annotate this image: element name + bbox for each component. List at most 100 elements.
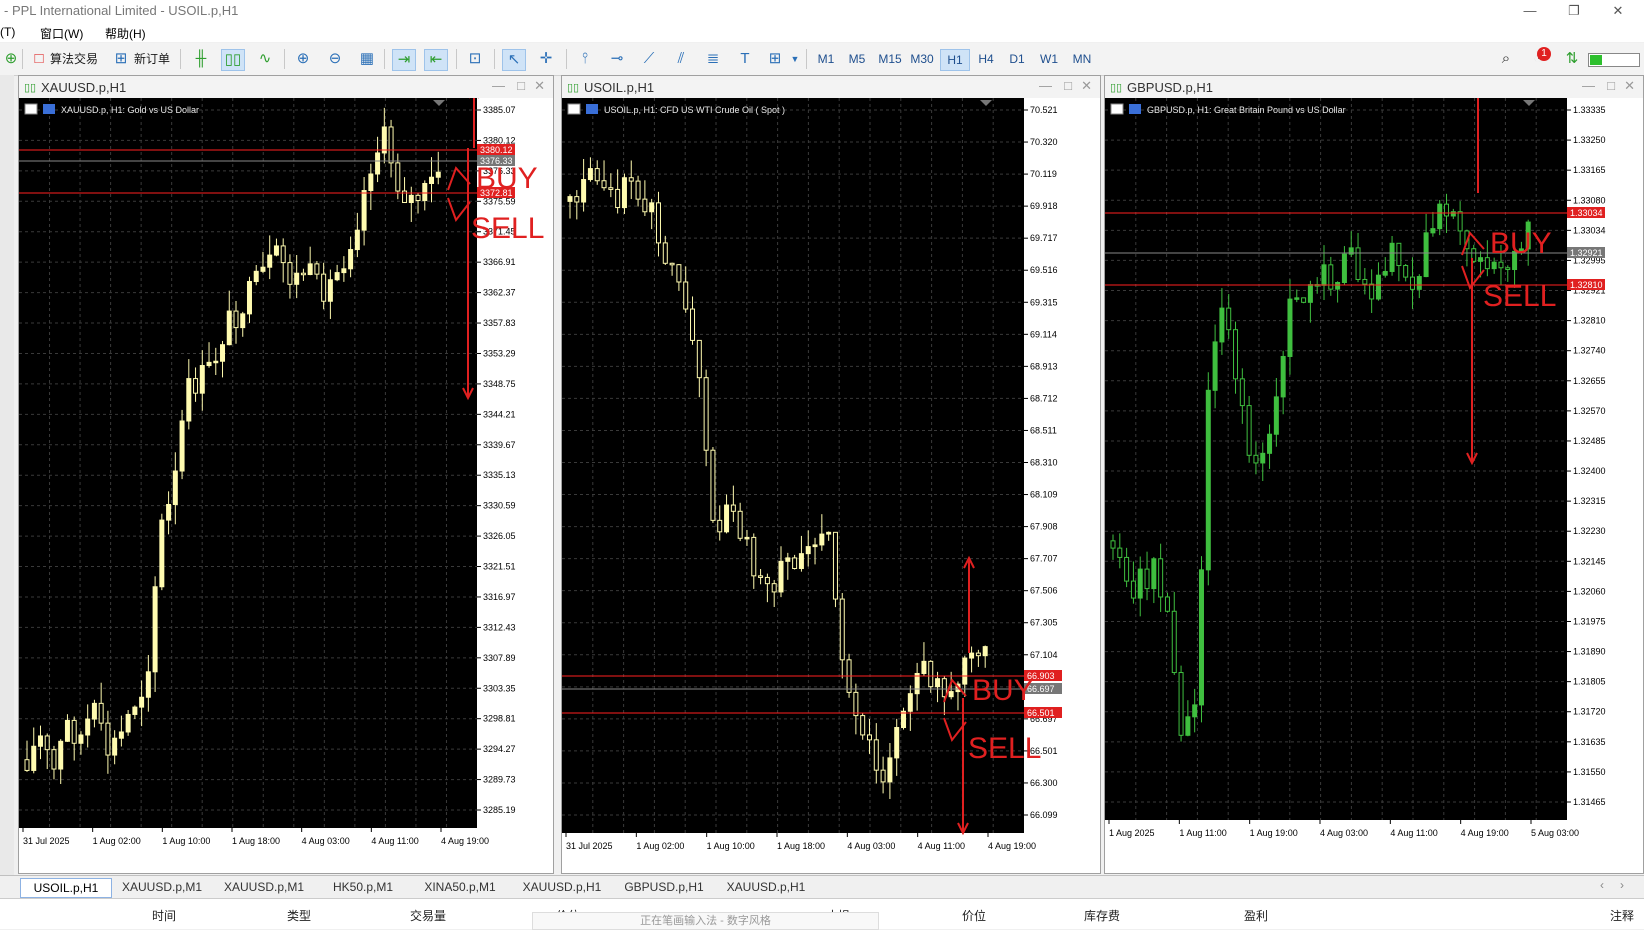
vertical-line-icon[interactable]: ⫯ xyxy=(574,49,596,69)
bar-chart-icon[interactable]: ╫ xyxy=(190,49,212,69)
menu-help[interactable]: 帮助(H) xyxy=(105,25,146,42)
tabs-scroll-right-icon[interactable]: › xyxy=(1620,878,1624,892)
timeframe-mn[interactable]: MN xyxy=(1068,49,1096,69)
close-chart-button[interactable]: ✕ xyxy=(1624,78,1635,94)
close-chart-button[interactable]: ✕ xyxy=(534,78,545,94)
candle-body xyxy=(1137,568,1143,599)
col-profit[interactable]: 盈利 xyxy=(1244,907,1268,924)
timeframe-w1[interactable]: W1 xyxy=(1035,49,1063,69)
signal-icon[interactable]: ⇅ xyxy=(1561,49,1583,69)
timeframe-h4[interactable]: H4 xyxy=(972,49,1000,69)
chart-tab[interactable]: XAUUSD.p,H1 xyxy=(718,878,814,896)
timeframe-m1[interactable]: M1 xyxy=(812,49,840,69)
chart-tab[interactable]: XAUUSD.p,M1 xyxy=(216,878,312,896)
price-label: 1.33165 xyxy=(1573,165,1606,175)
close-chart-button[interactable]: ✕ xyxy=(1081,78,1092,94)
globe-icon[interactable]: ⊕ xyxy=(0,49,22,69)
timeframe-m5[interactable]: M5 xyxy=(843,49,871,69)
candle-body xyxy=(792,557,798,569)
candle-body xyxy=(1416,276,1422,290)
shapes-icon[interactable]: ⊞ xyxy=(764,49,786,69)
candle-body xyxy=(975,652,981,657)
candle-body xyxy=(587,168,593,181)
buy-price-tag-text: 1.33034 xyxy=(1570,208,1603,218)
timeframe-m30[interactable]: M30 xyxy=(908,49,936,69)
price-label: 3339.67 xyxy=(483,440,516,450)
cursor-icon[interactable]: ↖ xyxy=(502,49,526,71)
candle-body xyxy=(186,378,192,422)
candle-body xyxy=(1130,580,1136,599)
price-label: 1.32740 xyxy=(1573,346,1606,356)
col-comment[interactable]: 注释 xyxy=(1610,907,1634,924)
text-icon[interactable]: T xyxy=(734,49,756,69)
trendline-icon[interactable]: ⟋ xyxy=(638,49,660,69)
algo-trading-icon[interactable]: □ xyxy=(28,49,50,69)
chart-window-gbpusd[interactable]: ▯▯ GBPUSD.p,H1 — □ ✕ 1.33335 1.33250 1.331… xyxy=(1104,75,1644,874)
candle-body xyxy=(85,718,91,736)
chart-canvas[interactable]: 1.33335 1.33250 1.33165 1.33080 1.33034 1.329… xyxy=(1105,98,1643,873)
close-button[interactable]: ✕ xyxy=(1596,0,1640,22)
col-volume[interactable]: 交易量 xyxy=(410,907,446,924)
col-type[interactable]: 类型 xyxy=(287,907,311,924)
chart-tab[interactable]: GBPUSD.p,H1 xyxy=(616,878,712,896)
chart-tab[interactable]: USOIL.p,H1 xyxy=(20,878,112,898)
algo-trading-button[interactable]: 算法交易 xyxy=(50,48,98,70)
auto-scroll-icon[interactable]: ⇥ xyxy=(392,49,416,71)
candle-body xyxy=(907,693,913,712)
restore-button[interactable]: ❐ xyxy=(1552,0,1596,22)
chart-shift-icon[interactable]: ⇤ xyxy=(424,49,448,71)
minimize-chart-button[interactable]: — xyxy=(492,78,505,93)
new-order-button[interactable]: 新订单 xyxy=(134,48,170,70)
zoom-out-icon[interactable]: ⊖ xyxy=(324,49,346,69)
chart-tab[interactable]: XINA50.p,M1 xyxy=(412,878,508,896)
col-time[interactable]: 时间 xyxy=(152,907,176,924)
maximize-chart-button[interactable]: □ xyxy=(517,78,525,93)
chart-tab[interactable]: XAUUSD.p,H1 xyxy=(514,878,610,896)
zoom-in-icon[interactable]: ⊕ xyxy=(292,49,314,69)
channel-icon[interactable]: ⫽ xyxy=(670,49,692,69)
candle-body xyxy=(1450,211,1456,217)
minimize-chart-button[interactable]: — xyxy=(1582,78,1595,93)
candle-body xyxy=(314,263,320,275)
price-label: 1.33250 xyxy=(1573,135,1606,145)
chevron-down-icon[interactable]: ▼ xyxy=(784,49,806,69)
chart-window-title: USOIL.p,H1 xyxy=(584,80,655,95)
candle-body xyxy=(621,177,627,209)
candle-body xyxy=(294,272,300,285)
candle-body xyxy=(608,187,614,190)
horizontal-line-icon[interactable]: ⊸ xyxy=(606,49,628,69)
chart-canvas[interactable]: 70.521 70.320 70.119 69.918 69.717 69.516 69.3… xyxy=(562,98,1100,873)
col-swap[interactable]: 库存费 xyxy=(1084,907,1120,924)
candlestick-icon: ▯▯ xyxy=(567,82,580,94)
menu-tools[interactable]: (T) xyxy=(0,25,15,39)
grid-icon[interactable]: ▦ xyxy=(356,49,378,69)
price-label: 70.521 xyxy=(1030,105,1058,115)
candle-body xyxy=(435,171,441,178)
new-order-icon[interactable]: ⊞ xyxy=(110,49,132,69)
timeframe-h1[interactable]: H1 xyxy=(940,49,970,71)
chart-window-xauusd[interactable]: ▯▯ XAUUSD.p,H1 — □ ✕ 3385.07 3380.12 3376.… xyxy=(18,75,554,874)
chart-tab[interactable]: XAUUSD.p,M1 xyxy=(114,878,210,896)
screenshot-icon[interactable]: ⊡ xyxy=(464,49,486,69)
chart-canvas[interactable]: 3385.073380.123376.333375.593371.453366.… xyxy=(19,98,553,873)
maximize-chart-button[interactable]: □ xyxy=(1064,78,1072,93)
minimize-chart-button[interactable]: — xyxy=(1039,78,1052,93)
timeframe-d1[interactable]: D1 xyxy=(1003,49,1031,69)
minimize-button[interactable]: — xyxy=(1508,0,1552,22)
line-chart-icon[interactable]: ∿ xyxy=(254,49,276,69)
tabs-scroll-left-icon[interactable]: ‹ xyxy=(1600,878,1604,892)
timeframe-m15[interactable]: M15 xyxy=(876,49,904,69)
col-price-2[interactable]: 价位 xyxy=(962,907,986,924)
search-icon[interactable]: ⌕ xyxy=(1495,49,1517,69)
chart-tab[interactable]: HK50.p,M1 xyxy=(318,878,408,896)
maximize-chart-button[interactable]: □ xyxy=(1607,78,1615,93)
time-label: 4 Aug 03:00 xyxy=(302,836,350,846)
chart-window-usoil[interactable]: ▯▯ USOIL.p,H1 — □ ✕ 70.521 70.320 70.119 69… xyxy=(561,75,1101,874)
price-label: 1.32570 xyxy=(1573,406,1606,416)
menu-window[interactable]: 窗口(W) xyxy=(40,25,83,42)
time-label: 4 Aug 11:00 xyxy=(1390,828,1437,838)
menu-bar: (T) 窗口(W) 帮助(H) xyxy=(0,22,1644,42)
fibonacci-icon[interactable]: ≣ xyxy=(702,49,724,69)
crosshair-icon[interactable]: ✛ xyxy=(535,49,557,69)
candlestick-icon[interactable]: ▯▯ xyxy=(221,49,245,71)
